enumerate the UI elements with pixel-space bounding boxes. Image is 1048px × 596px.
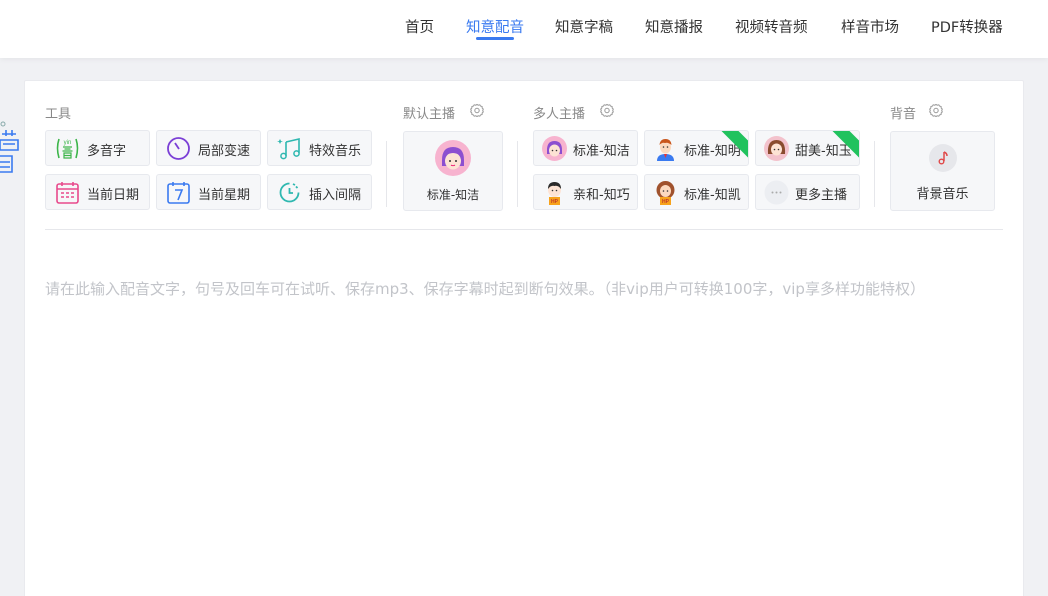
boy-avatar-icon: HP <box>653 180 678 205</box>
bgm-settings-gear-icon[interactable] <box>928 103 944 119</box>
anchor-label: 标准-知凯 <box>684 188 741 203</box>
child-avatar-icon: HP <box>542 180 567 205</box>
side-logo-icon <box>0 116 22 182</box>
tool-polyphone-button[interactable]: yin 多音字 <box>45 130 150 166</box>
nav-pdf-converter[interactable]: PDF转换器 <box>931 16 1003 38</box>
pause-timer-icon <box>277 180 302 205</box>
multi-anchor-section-label: 多人主播 <box>533 107 586 122</box>
week-calendar-icon <box>166 180 191 205</box>
tool-insert-pause-button[interactable]: 插入间隔 <box>267 174 372 210</box>
polyphone-icon: yin <box>55 136 80 161</box>
tool-current-date-button[interactable]: 当前日期 <box>45 174 150 210</box>
nav-sample-market[interactable]: 样音市场 <box>841 16 899 38</box>
anchor-zhijie-button[interactable]: 标准-知洁 <box>533 130 638 166</box>
top-navigation-bar: 首页 知意配音 知意字稿 知意播报 视频转音频 样音市场 PDF转换器 <box>0 0 1048 58</box>
tool-label: 当前星期 <box>198 188 251 203</box>
multi-anchor-settings-gear-icon[interactable] <box>599 103 615 119</box>
anchor-zhiyu-button[interactable]: 甜美-知玉 <box>755 130 860 166</box>
section-divider <box>874 141 875 207</box>
man-avatar-icon <box>653 136 678 161</box>
section-divider <box>517 141 518 207</box>
dubbing-text-input[interactable]: 请在此输入配音文字，句号及回车可在试听、保存mp3、保存字幕时起到断句效果。（非… <box>45 241 1003 596</box>
nav-active-underline <box>476 37 514 40</box>
nav-video-to-audio[interactable]: 视频转音频 <box>735 16 808 38</box>
nav-broadcast[interactable]: 知意播报 <box>645 16 703 38</box>
tool-label: 插入间隔 <box>309 188 362 203</box>
music-note-icon <box>929 144 957 172</box>
girl-avatar-icon <box>542 136 567 161</box>
anchor-zhiqiao-button[interactable]: HP 亲和-知巧 <box>533 174 638 210</box>
tool-current-week-button[interactable]: 当前星期 <box>156 174 261 210</box>
anchor-label: 标准-知明 <box>684 144 741 159</box>
background-music-button[interactable]: 背景音乐 <box>890 131 995 211</box>
music-note-icon <box>277 136 302 161</box>
anchor-zhikai-button[interactable]: HP 标准-知凯 <box>644 174 749 210</box>
anchor-label: 更多主播 <box>795 188 848 203</box>
editor-card: 工具 yin 多音字 局部变速 特效音乐 当前日期 当前星期 插入间隔 默认主播… <box>24 80 1024 596</box>
tools-section-label: 工具 <box>45 107 72 122</box>
svg-text:yin: yin <box>64 140 72 146</box>
tool-label: 特效音乐 <box>309 144 362 159</box>
section-divider <box>386 141 387 207</box>
default-anchor-settings-gear-icon[interactable] <box>469 103 485 119</box>
speed-dial-icon <box>166 136 191 161</box>
default-anchor-section-label: 默认主播 <box>403 107 456 122</box>
bgm-section-label: 背音 <box>890 107 917 122</box>
anchor-label: 亲和-知巧 <box>573 188 630 203</box>
svg-text:HP: HP <box>551 199 559 205</box>
tool-label: 多音字 <box>87 144 127 159</box>
tool-local-speed-button[interactable]: 局部变速 <box>156 130 261 166</box>
woman-avatar-icon <box>764 136 789 161</box>
nav-dubbing[interactable]: 知意配音 <box>466 16 524 38</box>
tool-effect-music-button[interactable]: 特效音乐 <box>267 130 372 166</box>
bgm-label: 背景音乐 <box>916 187 969 202</box>
svg-text:HP: HP <box>662 199 670 205</box>
default-anchor-card[interactable]: 标准-知洁 <box>403 131 503 211</box>
default-anchor-label: 标准-知洁 <box>426 188 480 202</box>
girl-avatar-icon <box>435 140 471 176</box>
tool-label: 当前日期 <box>87 188 140 203</box>
more-icon <box>764 180 789 205</box>
anchor-zhiming-button[interactable]: 标准-知明 <box>644 130 749 166</box>
calendar-icon <box>55 180 80 205</box>
nav-script[interactable]: 知意字稿 <box>555 16 613 38</box>
toolbar-divider <box>45 229 1003 230</box>
tool-label: 局部变速 <box>198 144 251 159</box>
anchor-label: 标准-知洁 <box>573 144 630 159</box>
nav-home[interactable]: 首页 <box>405 16 434 38</box>
more-anchors-button[interactable]: 更多主播 <box>755 174 860 210</box>
anchor-label: 甜美-知玉 <box>795 144 852 159</box>
